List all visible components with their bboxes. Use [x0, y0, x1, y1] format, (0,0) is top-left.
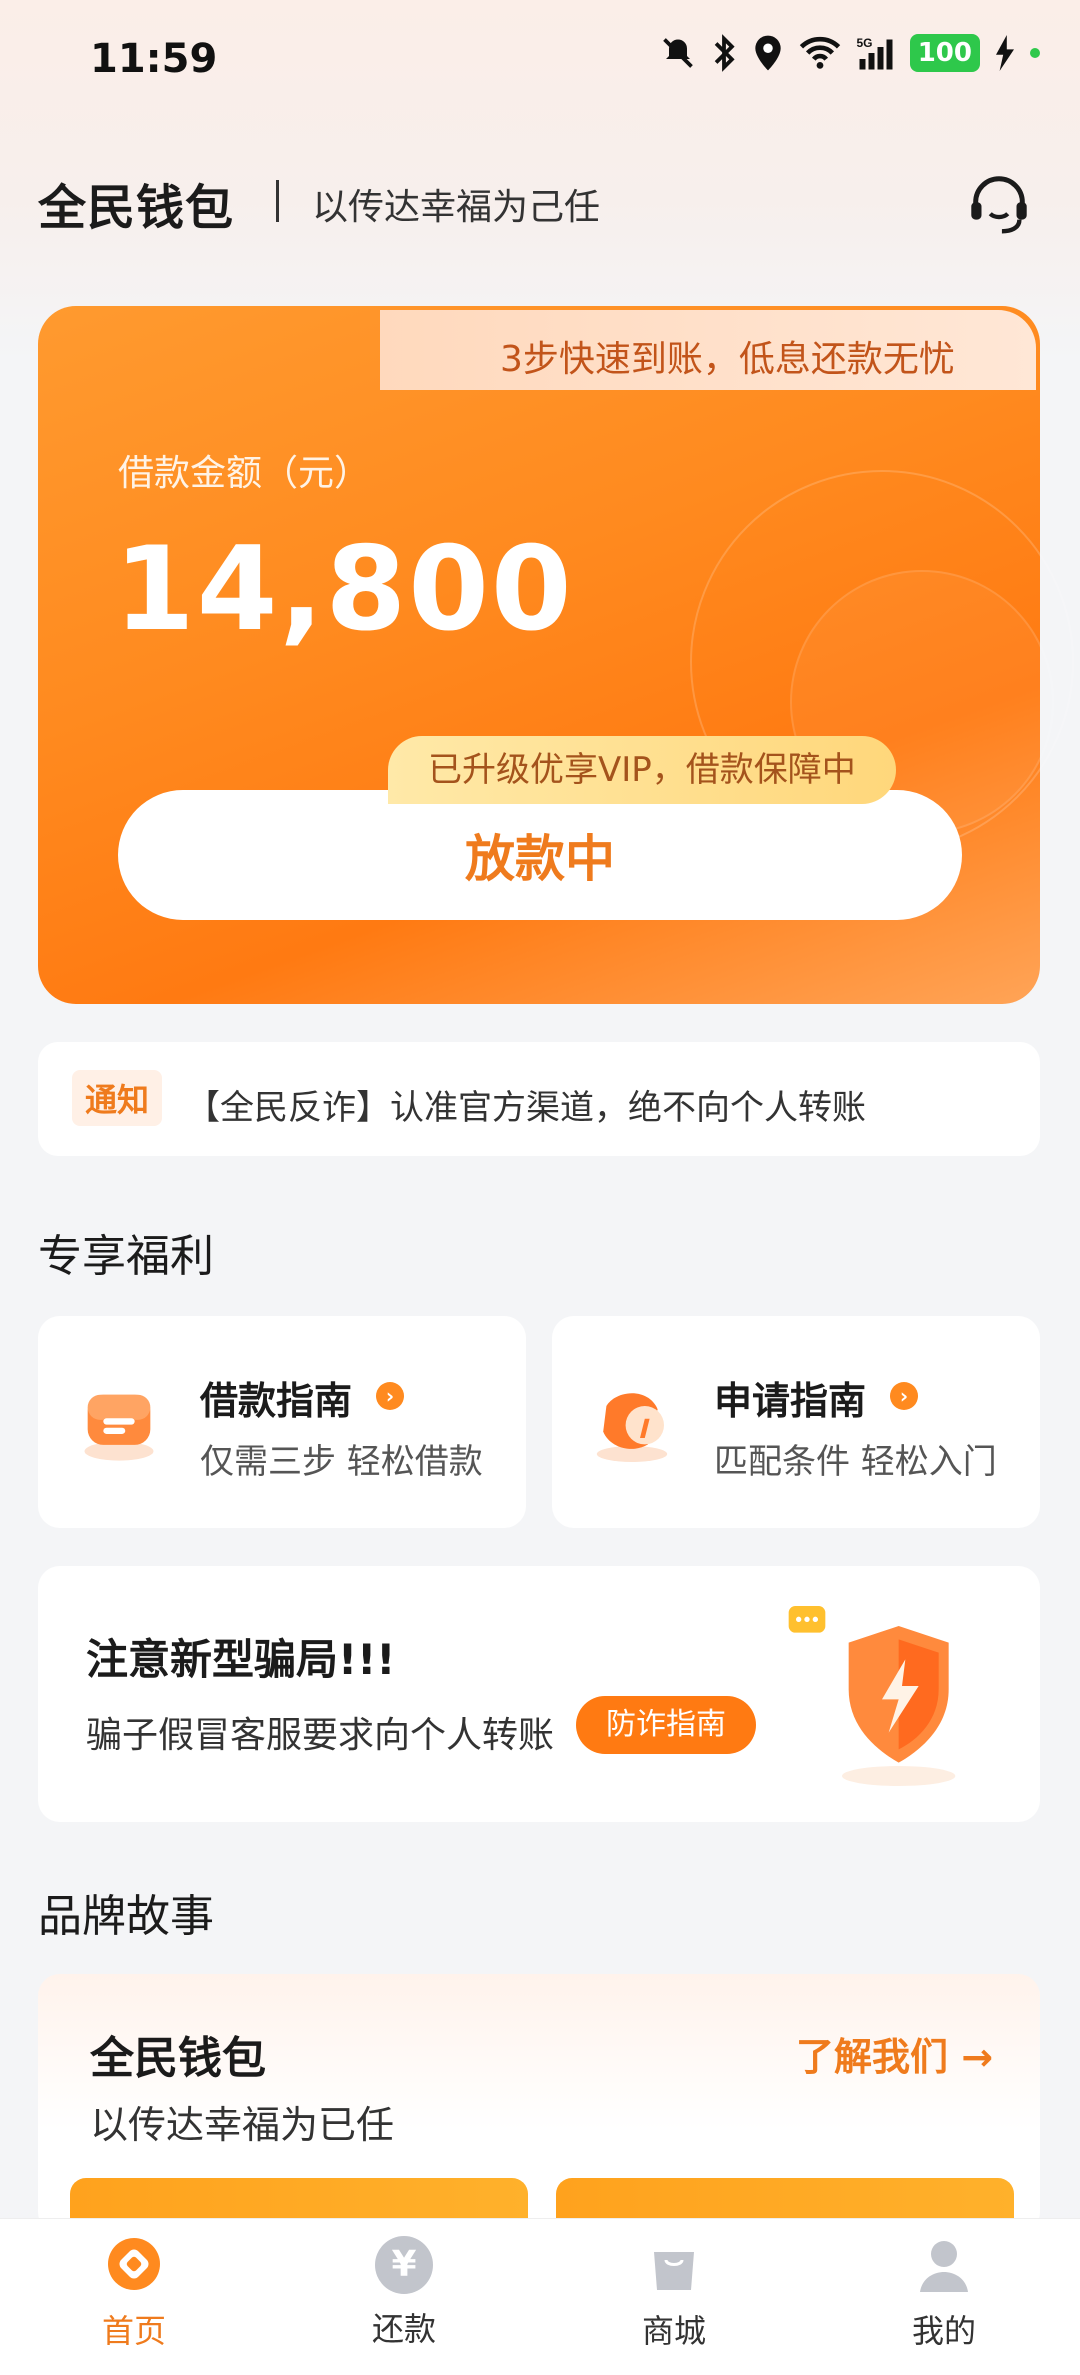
- yen-icon: ¥: [375, 2236, 433, 2294]
- location-icon: [755, 35, 781, 71]
- loan-amount-label: 借款金额（元）: [118, 453, 371, 494]
- loan-status-button[interactable]: 放款中: [118, 790, 962, 920]
- fraud-alert-subtitle: 骗子假冒客服要求向个人转账: [86, 1715, 555, 1756]
- apply-guide-title: 申请指南: [714, 1379, 867, 1423]
- wifi-icon: [799, 36, 840, 69]
- status-icons: 5G 100: [660, 34, 1040, 72]
- bluetooth-icon: [714, 34, 735, 72]
- about-us-link[interactable]: 了解我们 →: [796, 2026, 993, 2081]
- compass-icon: [584, 1374, 680, 1474]
- brand-slogan: 以传达幸福为己任: [312, 187, 601, 228]
- brand-story-section-title: 品牌故事: [38, 1891, 214, 1942]
- status-time: 11:59: [90, 36, 218, 82]
- apply-guide-subtitle: 匹配条件 轻松入门: [714, 1442, 997, 1482]
- brand-story-subtitle: 以传达幸福为已任: [90, 2103, 395, 2147]
- loan-guide-title: 借款指南: [200, 1379, 353, 1423]
- chevron-right-icon: ›: [376, 1382, 404, 1410]
- signal-icon: 5G: [856, 36, 893, 70]
- shield-lightning-icon: [782, 1596, 982, 1800]
- headset-icon[interactable]: [964, 170, 1034, 244]
- notice-tag: 通知: [72, 1070, 162, 1126]
- benefits-section-title: 专享福利: [38, 1231, 214, 1282]
- mute-bell-icon: [662, 38, 693, 68]
- notification-dot: [1030, 48, 1040, 58]
- chevron-right-icon: ›: [890, 1382, 918, 1410]
- loan-guide-subtitle: 仅需三步 轻松借款: [200, 1442, 483, 1482]
- shopping-bag-icon: [644, 2236, 704, 2296]
- brand-logo: 全民钱包: [38, 180, 235, 236]
- charging-icon: [996, 35, 1014, 71]
- fraud-alert-title: 注意新型骗局!!!: [86, 1635, 396, 1684]
- nav-repay[interactable]: ¥ 还款: [304, 2236, 504, 2350]
- loan-guide-icon: [72, 1376, 166, 1474]
- nav-home[interactable]: 首页: [34, 2236, 234, 2352]
- profile-icon: [914, 2236, 974, 2296]
- notice-text: 【全民反诈】认准官方渠道，绝不向个人转账: [186, 1088, 866, 1128]
- nav-mine[interactable]: 我的: [844, 2236, 1044, 2352]
- vip-badge: 已升级优享VIP，借款保障中: [388, 736, 896, 804]
- battery-icon: 100: [909, 34, 980, 72]
- loan-amount-value: 14,800: [114, 522, 574, 657]
- nav-label-repay: 还款: [371, 2310, 436, 2348]
- nav-label-home: 首页: [101, 2312, 166, 2350]
- nav-label-mine: 我的: [911, 2312, 976, 2350]
- svg-text:5G: 5G: [856, 36, 872, 50]
- brand-story-title: 全民钱包: [90, 2033, 266, 2084]
- nav-mall[interactable]: 商城: [574, 2236, 774, 2352]
- anti-fraud-guide-button[interactable]: 防诈指南: [576, 1696, 756, 1754]
- promo-text: 3步快速到账，低息还款无忧: [500, 339, 955, 380]
- brand-divider: [276, 180, 279, 222]
- home-icon: [104, 2236, 164, 2296]
- nav-label-mall: 商城: [641, 2312, 706, 2350]
